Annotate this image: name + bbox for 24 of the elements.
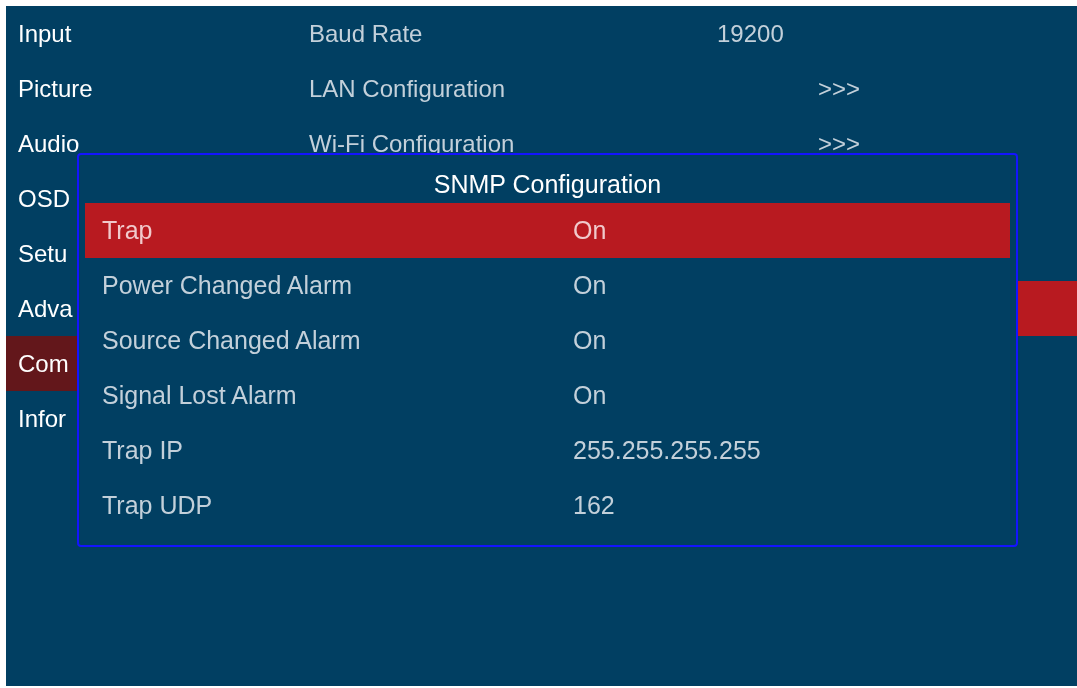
- submenu-arrow: >>>: [818, 73, 861, 104]
- menu-item[interactable]: Audio: [6, 116, 116, 171]
- option-value: 162: [573, 489, 615, 521]
- option-label: Trap UDP: [102, 489, 214, 521]
- menu-item[interactable]: Picture: [6, 61, 116, 116]
- option-label: Trap: [102, 214, 154, 246]
- submenu-arrow: >>>: [818, 128, 861, 159]
- dialog-row[interactable]: Power Changed Alarm On: [85, 258, 1010, 313]
- dialog-title: SNMP Configuration: [432, 169, 663, 200]
- dialog-row[interactable]: Trap IP 255.255.255.255: [85, 423, 1010, 478]
- setting-label: Wi-Fi Configuration: [309, 128, 516, 159]
- setting-label: LAN Configuration: [309, 73, 507, 104]
- option-value: On: [573, 379, 607, 411]
- dialog-row[interactable]: Trap UDP 162: [85, 478, 1010, 533]
- setting-value: 19200: [717, 18, 784, 49]
- menu-item[interactable]: Input: [6, 6, 116, 61]
- setting-label: Baud Rate: [309, 18, 424, 49]
- option-value: On: [573, 269, 607, 301]
- option-value: On: [573, 324, 607, 356]
- option-value: 255.255.255.255: [573, 434, 761, 466]
- option-value: On: [573, 214, 607, 246]
- option-label: Power Changed Alarm: [102, 269, 354, 301]
- option-label: Trap IP: [102, 434, 185, 466]
- dialog-row[interactable]: Trap On: [85, 203, 1010, 258]
